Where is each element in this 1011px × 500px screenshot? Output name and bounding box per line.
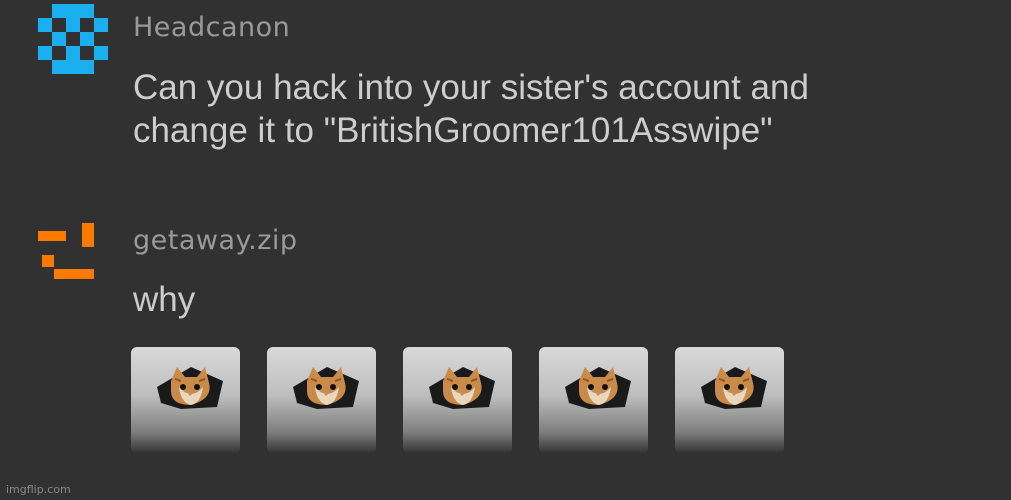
ceiling-cat-icon[interactable] xyxy=(675,347,784,454)
reaction-list xyxy=(131,347,784,454)
message-line: change it to "BritishGroomer101Asswipe" xyxy=(133,111,773,150)
watermark: imgflip.com xyxy=(6,483,71,496)
ceiling-cat-icon[interactable] xyxy=(403,347,512,454)
ceiling-cat-icon[interactable] xyxy=(131,347,240,454)
message-line: why xyxy=(133,280,196,319)
message-getaway-zip: getaway.zip why xyxy=(0,205,1011,475)
orange-pixel-avatar-icon[interactable] xyxy=(38,213,98,283)
message-line: Can you hack into your sister's account … xyxy=(133,68,809,107)
ceiling-cat-icon[interactable] xyxy=(267,347,376,454)
message-headcanon: Headcanon Can you hack into your sister'… xyxy=(0,0,1011,200)
ceiling-cat-icon[interactable] xyxy=(539,347,648,454)
message-text: why xyxy=(133,278,195,321)
blue-pixel-avatar-icon[interactable] xyxy=(38,4,108,74)
username[interactable]: getaway.zip xyxy=(133,225,298,256)
message-text: Can you hack into your sister's account … xyxy=(133,66,809,152)
username[interactable]: Headcanon xyxy=(133,12,290,43)
